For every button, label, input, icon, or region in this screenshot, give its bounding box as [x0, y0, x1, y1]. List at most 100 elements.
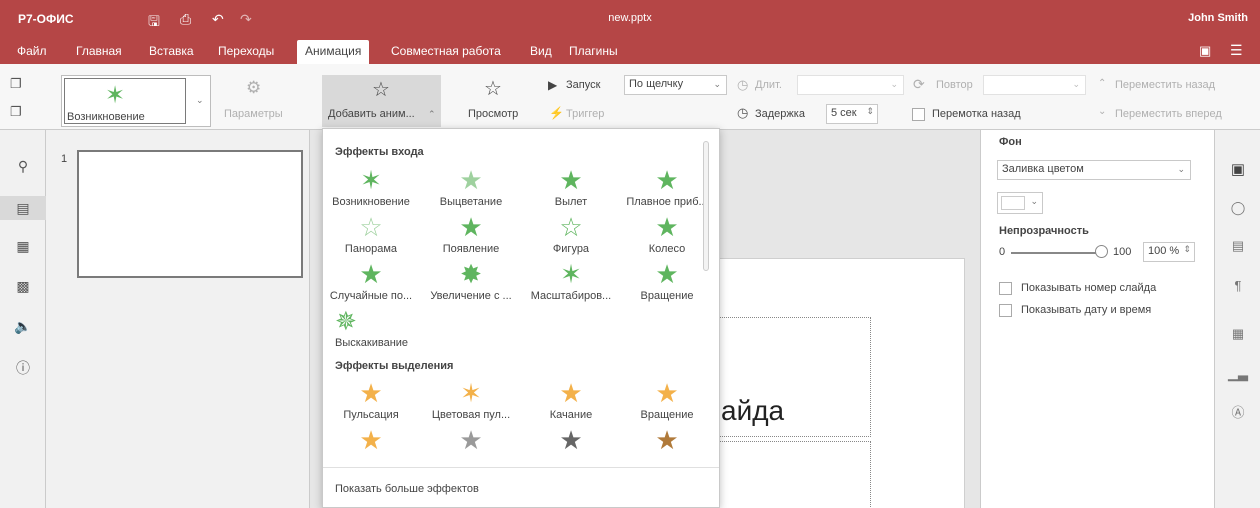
- repeat-select[interactable]: ⌄: [983, 75, 1086, 95]
- slide-settings-icon[interactable]: ▣: [1215, 160, 1260, 178]
- effect-pulse[interactable]: ★ Пульсация: [325, 379, 417, 421]
- entrance-effects-header: Эффекты входа: [335, 146, 424, 158]
- preview-icon[interactable]: ☆: [484, 76, 502, 101]
- menu-view[interactable]: Вид: [530, 44, 552, 58]
- star-icon: ★: [655, 259, 679, 289]
- search-icon[interactable]: ⚲: [0, 158, 46, 175]
- toolbar: ❐ ❐ ✶ Возникновение ⌄ ⚙ Параметры ☆ Доба…: [0, 64, 1260, 130]
- gear-icon[interactable]: ⚙: [246, 78, 261, 98]
- menu-home[interactable]: Главная: [76, 44, 122, 58]
- add-animation-label: Добавить аним...: [328, 108, 415, 120]
- effect-gallery[interactable]: ✶ Возникновение ⌄: [61, 75, 211, 127]
- effect-desaturate[interactable]: ★: [425, 426, 517, 454]
- add-animation-button[interactable]: ☆ Добавить аним... ⌃: [322, 75, 441, 127]
- rewind-checkbox[interactable]: [912, 108, 925, 121]
- effect-grow-turn[interactable]: ✸ Увеличение с ...: [425, 260, 517, 302]
- star-icon: ★: [459, 212, 483, 242]
- rewind-label: Перемотка назад: [932, 108, 1021, 120]
- copy-icon[interactable]: ❐: [10, 76, 22, 92]
- opacity-slider-thumb[interactable]: [1095, 245, 1108, 258]
- menu-collaboration[interactable]: Совместная работа: [391, 44, 501, 58]
- chart-icon[interactable]: ▁▃: [1215, 366, 1260, 382]
- color-picker[interactable]: ⌄: [997, 192, 1043, 214]
- effect-grow-shrink[interactable]: ★: [325, 426, 417, 454]
- chevron-down-icon: ⌄: [1098, 106, 1107, 117]
- effect-gallery-selected[interactable]: ✶ Возникновение: [64, 78, 186, 124]
- effect-float-in[interactable]: ★ Плавное приб...: [621, 166, 713, 208]
- play-icon: ▶: [548, 78, 558, 92]
- effect-swivel[interactable]: ★ Вращение: [621, 260, 713, 302]
- thumbnails-panel: 1: [46, 130, 310, 508]
- parameters-button[interactable]: Параметры: [224, 108, 283, 120]
- effect-darken[interactable]: ★: [525, 426, 617, 454]
- menu-animation[interactable]: Анимация: [297, 40, 370, 64]
- user-name[interactable]: John Smith: [1188, 12, 1248, 24]
- menu-insert[interactable]: Вставка: [149, 44, 194, 58]
- effect-fade[interactable]: ★ Выцветание: [425, 166, 517, 208]
- delay-input[interactable]: 5 сек ⇕: [826, 104, 878, 124]
- open-location-icon[interactable]: ▣: [1199, 43, 1211, 59]
- chevron-down-icon[interactable]: ⌄: [196, 95, 204, 106]
- fill-select[interactable]: Заливка цветом ⌄: [997, 160, 1191, 180]
- star-icon: ★: [359, 259, 383, 289]
- image-settings-icon[interactable]: ▤: [1215, 238, 1260, 254]
- star-icon: ★: [559, 378, 583, 408]
- menu-transitions[interactable]: Переходы: [218, 44, 274, 58]
- preview-button[interactable]: Просмотр: [468, 108, 518, 120]
- repeat-icon: ⟳: [913, 76, 925, 92]
- add-animation-dropdown: Эффекты входа ✶ Возникновение ★ Выцветание…: [322, 128, 720, 508]
- left-rail: ⚲ ▤ ▦ ▩ 🔈 ⓘ: [0, 130, 46, 508]
- effect-appear[interactable]: ✶ Возникновение: [325, 166, 417, 208]
- clock-icon: ◷: [737, 105, 749, 120]
- effect-zoom[interactable]: ✶ Масштабиров...: [525, 260, 617, 302]
- paragraph-icon[interactable]: ¶: [1215, 278, 1260, 293]
- menu-file[interactable]: Файл: [17, 44, 47, 58]
- chat-icon[interactable]: ▩: [0, 278, 46, 295]
- move-back-button[interactable]: Переместить назад: [1115, 79, 1215, 91]
- paste-icon[interactable]: ❐: [10, 104, 22, 120]
- shape-settings-icon[interactable]: ◯: [1215, 200, 1260, 216]
- opacity-slider-track[interactable]: [1011, 252, 1101, 254]
- trigger-button[interactable]: Триггер: [566, 108, 604, 120]
- effect-fly-in[interactable]: ★ Вылет: [525, 166, 617, 208]
- effect-bounce[interactable]: ✵ Выскакивание: [325, 307, 417, 349]
- slides-icon[interactable]: ▤: [0, 196, 46, 220]
- show-date-time-label: Показывать дату и время: [1021, 304, 1152, 316]
- start-select[interactable]: По щелчку ⌄: [624, 75, 727, 95]
- effect-lighten[interactable]: ★: [621, 426, 713, 454]
- effect-teeter[interactable]: ★ Качание: [525, 379, 617, 421]
- dropdown-scrollbar[interactable]: [703, 141, 709, 271]
- effect-shape[interactable]: ☆ Фигура: [525, 213, 617, 255]
- chevron-down-icon: ⌄: [1072, 79, 1080, 89]
- hamburger-icon[interactable]: ☰: [1230, 42, 1243, 59]
- title-bar: Р7-ОФИС 🖫 ⎙ ↶ ↷ new.pptx John Smith: [0, 0, 1260, 38]
- effect-wipe[interactable]: ★ Появление: [425, 213, 517, 255]
- stepper-icon[interactable]: ⇕: [1183, 244, 1191, 255]
- stepper-icon[interactable]: ⇕: [866, 106, 874, 117]
- slide-number: 1: [61, 153, 68, 165]
- slide-thumbnail[interactable]: [77, 150, 303, 278]
- slide-title-text[interactable]: айда: [721, 395, 784, 427]
- effect-split[interactable]: ☆ Панорама: [325, 213, 417, 255]
- comments-icon[interactable]: ▦: [0, 238, 46, 255]
- star-icon: ★: [359, 425, 383, 455]
- effect-wheel[interactable]: ★ Колесо: [621, 213, 713, 255]
- text-art-icon[interactable]: Ⓐ: [1215, 402, 1260, 421]
- table-icon[interactable]: ▦: [1215, 326, 1260, 342]
- duration-select[interactable]: ⌄: [797, 75, 904, 95]
- menu-plugins[interactable]: Плагины: [569, 44, 618, 58]
- star-icon: ✶: [105, 82, 126, 109]
- speaker-icon[interactable]: 🔈: [0, 318, 46, 335]
- date-time-checkbox[interactable]: [999, 304, 1012, 317]
- move-forward-button[interactable]: Переместить вперед: [1115, 108, 1222, 120]
- effect-random-bars[interactable]: ★ Случайные по...: [325, 260, 417, 302]
- subtitle-placeholder[interactable]: [711, 441, 871, 508]
- effect-spin[interactable]: ★ Вращение: [621, 379, 713, 421]
- slide-number-checkbox[interactable]: [999, 282, 1012, 295]
- background-label: Фон: [999, 136, 1022, 148]
- star-icon: ★: [459, 165, 483, 195]
- show-more-effects-link[interactable]: Показать больше эффектов: [335, 483, 479, 495]
- opacity-input[interactable]: 100 % ⇕: [1143, 242, 1195, 262]
- info-icon[interactable]: ⓘ: [0, 358, 46, 378]
- effect-color-pulse[interactable]: ✶ Цветовая пул...: [425, 379, 517, 421]
